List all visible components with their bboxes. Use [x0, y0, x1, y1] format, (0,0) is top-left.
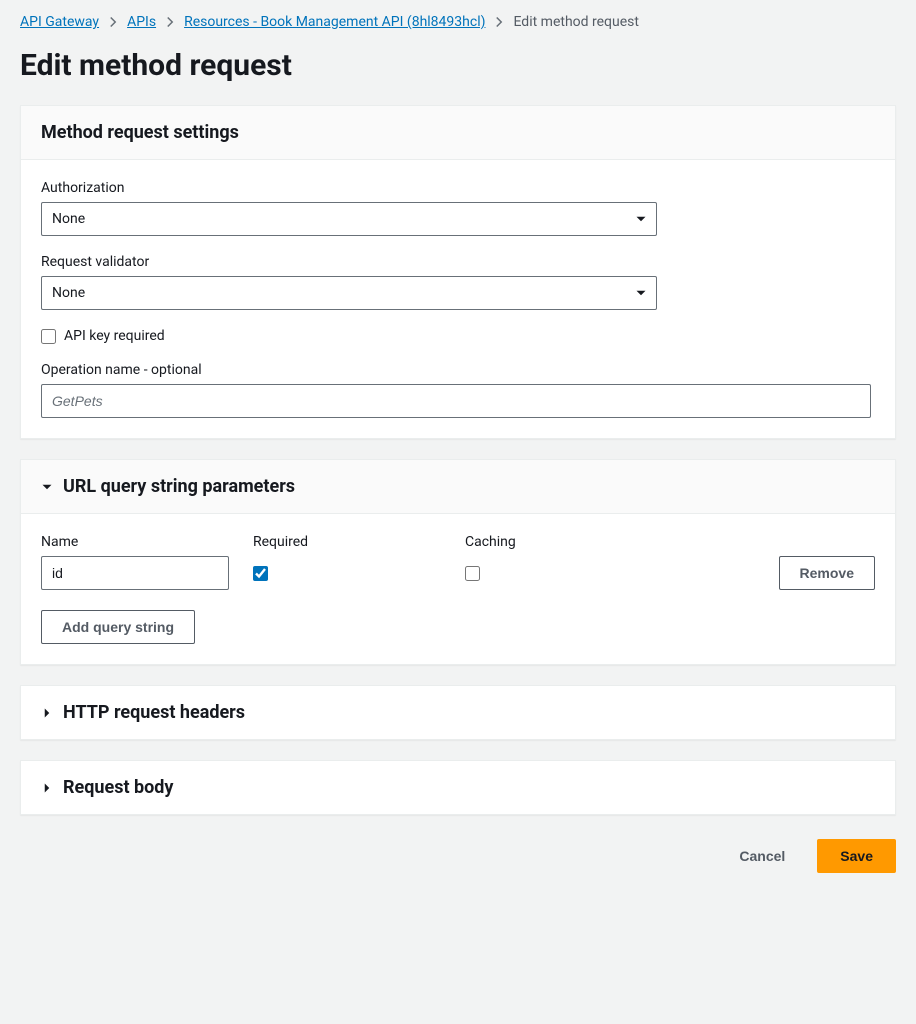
panel-title: URL query string parameters — [63, 476, 295, 497]
request-validator-value: None — [52, 285, 85, 301]
query-param-required-checkbox[interactable] — [253, 566, 268, 581]
request-validator-select[interactable]: None — [41, 276, 657, 310]
breadcrumb-resources[interactable]: Resources - Book Management API (8hl8493… — [184, 14, 485, 30]
caret-right-icon — [41, 707, 53, 719]
operation-name-label: Operation name - optional — [41, 362, 875, 378]
remove-query-param-button[interactable]: Remove — [779, 556, 875, 590]
breadcrumb-current: Edit method request — [513, 14, 638, 30]
panel-title: HTTP request headers — [63, 702, 245, 723]
query-param-caching-checkbox[interactable] — [465, 566, 480, 581]
query-param-name-input[interactable] — [41, 556, 229, 590]
method-request-settings-panel: Method request settings Authorization No… — [20, 105, 896, 439]
breadcrumb-apis[interactable]: APIs — [127, 14, 156, 30]
panel-header-expandable[interactable]: URL query string parameters — [21, 460, 895, 514]
chevron-right-icon — [107, 16, 119, 28]
panel-header-expandable[interactable]: Request body — [21, 761, 895, 814]
url-query-string-parameters-panel: URL query string parameters Name Require… — [20, 459, 896, 665]
caching-column-header: Caching — [465, 534, 755, 550]
query-param-row: Name Required Caching Remove — [41, 534, 875, 590]
required-column-header: Required — [253, 534, 441, 550]
panel-header-expandable[interactable]: HTTP request headers — [21, 686, 895, 739]
api-key-required-checkbox[interactable] — [41, 329, 56, 344]
caret-right-icon — [41, 782, 53, 794]
panel-title: Method request settings — [41, 122, 239, 143]
page-title: Edit method request — [20, 48, 896, 83]
operation-name-input[interactable] — [41, 384, 871, 418]
panel-title: Request body — [63, 777, 174, 798]
panel-header: Method request settings — [21, 106, 895, 160]
caret-down-icon — [41, 481, 53, 493]
authorization-label: Authorization — [41, 180, 875, 196]
http-request-headers-panel: HTTP request headers — [20, 685, 896, 740]
cancel-button[interactable]: Cancel — [719, 839, 805, 873]
chevron-right-icon — [164, 16, 176, 28]
request-validator-label: Request validator — [41, 254, 875, 270]
breadcrumb: API Gateway APIs Resources - Book Manage… — [20, 14, 896, 30]
save-button[interactable]: Save — [817, 839, 896, 873]
authorization-select[interactable]: None — [41, 202, 657, 236]
add-query-string-button[interactable]: Add query string — [41, 610, 195, 644]
breadcrumb-api-gateway[interactable]: API Gateway — [20, 14, 99, 30]
request-body-panel: Request body — [20, 760, 896, 815]
action-bar: Cancel Save — [20, 835, 896, 873]
chevron-right-icon — [493, 16, 505, 28]
authorization-value: None — [52, 211, 85, 227]
name-column-header: Name — [41, 534, 229, 550]
api-key-required-label: API key required — [64, 328, 165, 344]
